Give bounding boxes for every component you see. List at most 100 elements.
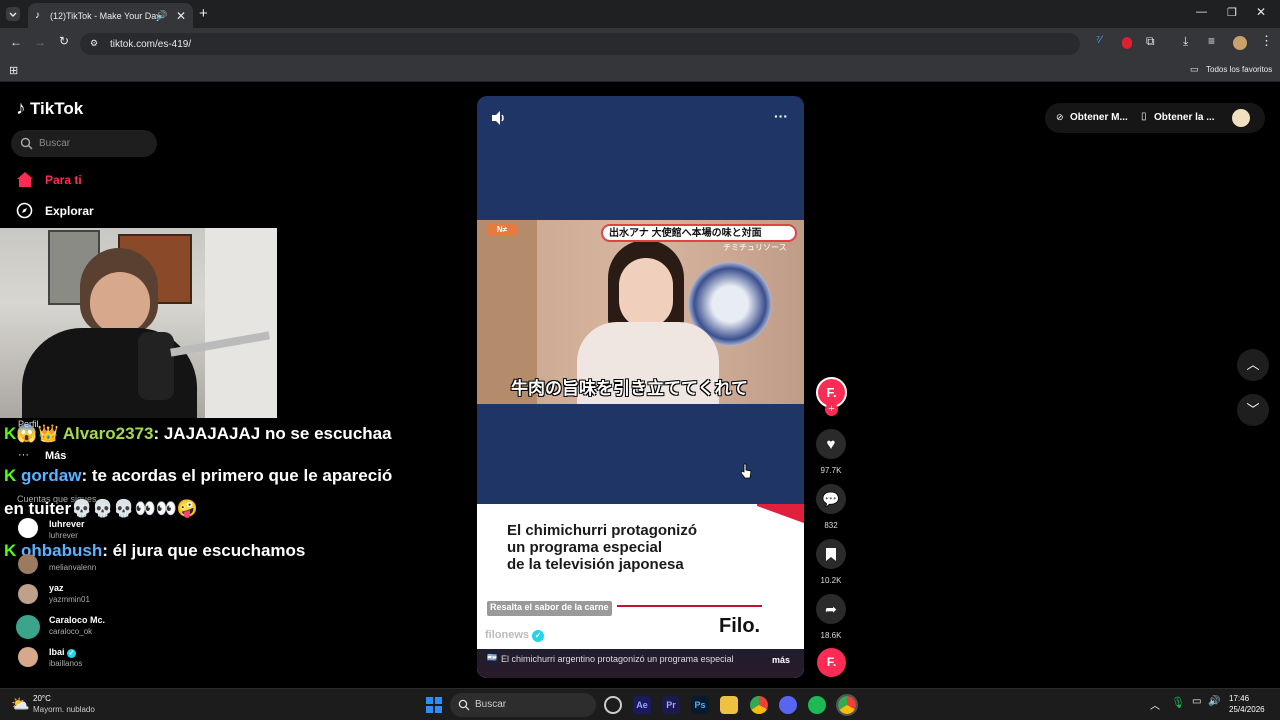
account-name[interactable]: luhrever xyxy=(49,519,85,529)
start-button[interactable] xyxy=(426,697,442,713)
copilot-icon[interactable] xyxy=(604,696,622,714)
spotify-icon[interactable] xyxy=(808,696,826,714)
nav-item-mas[interactable]: Más xyxy=(45,450,66,462)
volume-icon[interactable] xyxy=(490,110,508,126)
previous-video-button[interactable]: ︿ xyxy=(1237,349,1269,381)
author-link[interactable]: filonews ✓ xyxy=(485,629,545,642)
taskbar-search-label: Buscar xyxy=(475,699,507,710)
photoshop-icon[interactable]: Ps xyxy=(691,696,709,714)
clock-date[interactable]: 25/4/2026 xyxy=(1229,705,1265,714)
weather-temp: 20°C xyxy=(33,694,51,703)
hand-cursor-icon xyxy=(740,463,752,479)
avatar[interactable] xyxy=(16,615,40,639)
chat-text: : te acordas el primero que le apareció xyxy=(81,466,393,485)
close-tab-icon[interactable]: ✕ xyxy=(176,9,186,23)
profile-avatar[interactable] xyxy=(1233,36,1247,50)
next-video-button[interactable]: ﹀ xyxy=(1237,394,1269,426)
download-icon[interactable]: ⤓ xyxy=(1183,34,1188,49)
taskbar-search[interactable]: Buscar xyxy=(450,693,596,717)
file-explorer-icon[interactable] xyxy=(720,696,738,714)
more-link[interactable]: más xyxy=(772,655,790,665)
new-tab-icon[interactable]: + xyxy=(199,5,208,22)
bookmark-icon xyxy=(826,547,836,561)
minimize-icon[interactable]: — xyxy=(1196,6,1207,18)
clock-time[interactable]: 17:46 xyxy=(1229,694,1249,703)
headline-line: El chimichurri protagonizó xyxy=(507,522,698,539)
more-options-icon[interactable]: ··· xyxy=(774,108,788,124)
search-placeholder: Buscar xyxy=(39,138,71,149)
weather-icon[interactable]: ⛅ xyxy=(11,695,30,713)
close-window-icon[interactable]: ✕ xyxy=(1256,5,1266,19)
nav-item-para-ti[interactable]: Para ti xyxy=(16,170,156,190)
tab-search-button[interactable] xyxy=(6,7,20,21)
search-input[interactable]: Buscar xyxy=(11,130,157,157)
network-icon[interactable]: ▭ xyxy=(1192,696,1201,707)
chrome-active-icon[interactable] xyxy=(836,694,858,716)
chat-message: K ohbabush: él jura que escuchamos xyxy=(4,541,305,561)
like-count: 97.7K xyxy=(820,466,842,475)
chat-message: K gordaw: te acordas el primero que le a… xyxy=(4,466,392,486)
presenter-face xyxy=(619,258,673,328)
account-name[interactable]: yaz xyxy=(49,583,64,593)
account-name[interactable]: Caraloco Mc. xyxy=(49,615,105,625)
account-handle: caraloco_ok xyxy=(49,627,93,636)
video-player[interactable]: ··· N≠ 出水アナ 大使館へ本場の味と対面 チミチュリソース 牛肉の旨味を引… xyxy=(477,96,804,678)
avatar[interactable] xyxy=(18,554,38,574)
back-icon[interactable]: ← xyxy=(10,35,22,49)
like-button[interactable]: ♥ xyxy=(816,429,846,459)
puzzle-icon[interactable]: ⧉ xyxy=(1146,34,1155,49)
volume-tray-icon[interactable]: 🔊 xyxy=(1208,696,1220,707)
get-coins-button[interactable]: Obtener M... xyxy=(1070,112,1128,123)
comment-icon: 💬 xyxy=(822,490,840,507)
avatar[interactable] xyxy=(18,518,38,538)
bookmarks-bar: ⊞ ▭ Todos los favoritos xyxy=(0,58,1280,82)
video-description: El chimichurri argentino protagonizó un … xyxy=(501,654,734,664)
heart-icon: ♥ xyxy=(826,435,836,453)
comment-button[interactable]: 💬 xyxy=(816,484,846,514)
avatar[interactable] xyxy=(18,647,38,667)
premiere-icon[interactable]: Pr xyxy=(662,696,680,714)
music-disc[interactable]: F. xyxy=(817,648,846,677)
tiktok-logo[interactable]: ♪ TikTok xyxy=(16,98,83,120)
comment-count: 832 xyxy=(824,521,838,530)
url-text: tiktok.com/es-419/ xyxy=(110,39,192,50)
discord-icon[interactable] xyxy=(779,696,797,714)
kick-badge-icon: K xyxy=(4,541,17,560)
tiktok-favicon-icon: ♪ xyxy=(35,10,40,21)
site-info-icon[interactable]: ⚙ xyxy=(90,38,98,49)
address-bar[interactable]: ⚙ tiktok.com/es-419/ xyxy=(80,33,1080,55)
window-light xyxy=(205,228,277,418)
nav-item-explorar[interactable]: Explorar xyxy=(16,201,156,221)
share-icon: ➦ xyxy=(825,600,837,617)
reload-icon[interactable]: ↻ xyxy=(59,34,69,48)
nav-label: Explorar xyxy=(45,204,94,218)
apps-grid-icon[interactable]: ⊞ xyxy=(9,64,18,77)
menu-icon[interactable]: ⋮ xyxy=(1260,33,1273,49)
extension-red-icon[interactable] xyxy=(1122,37,1132,49)
save-button[interactable] xyxy=(816,539,846,569)
reading-list-icon[interactable]: ≡ xyxy=(1208,34,1215,48)
account-name[interactable]: Ibai ✓ xyxy=(49,647,77,658)
forward-icon[interactable]: → xyxy=(34,35,46,49)
after-effects-icon[interactable]: Ae xyxy=(633,696,651,714)
speaker-icon[interactable]: 🔊 xyxy=(156,10,167,21)
bookmarks-folder-label[interactable]: Todos los favoritos xyxy=(1206,65,1272,74)
chat-username: Alvaro2373 xyxy=(62,424,154,443)
mic-icon[interactable]: 🎙 xyxy=(1171,696,1185,709)
tab-tiktok[interactable]: ♪ (12)TikTok - Make Your Day 🔊 ✕ xyxy=(28,3,193,28)
follow-plus-icon[interactable]: + xyxy=(825,403,838,416)
get-app-button[interactable]: Obtener la ... xyxy=(1154,112,1215,123)
headline-line: de la televisión japonesa xyxy=(507,556,684,573)
tray-arrow-icon[interactable]: ︿ xyxy=(1150,697,1160,712)
nav-item-perfil[interactable]: Perfil xyxy=(18,419,39,429)
sub-tag: Resalta el sabor de la carne xyxy=(487,601,612,616)
avatar[interactable] xyxy=(18,584,38,604)
chrome-icon[interactable] xyxy=(750,696,768,714)
share-button[interactable]: ➦ xyxy=(816,594,846,624)
restore-icon[interactable]: ❐ xyxy=(1227,6,1237,19)
user-avatar[interactable] xyxy=(1232,109,1250,127)
extension-icon[interactable]: ⁷⁄ xyxy=(1096,34,1102,46)
weather-desc: Mayorm. nublado xyxy=(33,705,95,714)
channel-badge: N≠ xyxy=(487,224,517,236)
browser-tab-bar: ♪ (12)TikTok - Make Your Day 🔊 ✕ + — ❐ ✕ xyxy=(0,0,1280,28)
